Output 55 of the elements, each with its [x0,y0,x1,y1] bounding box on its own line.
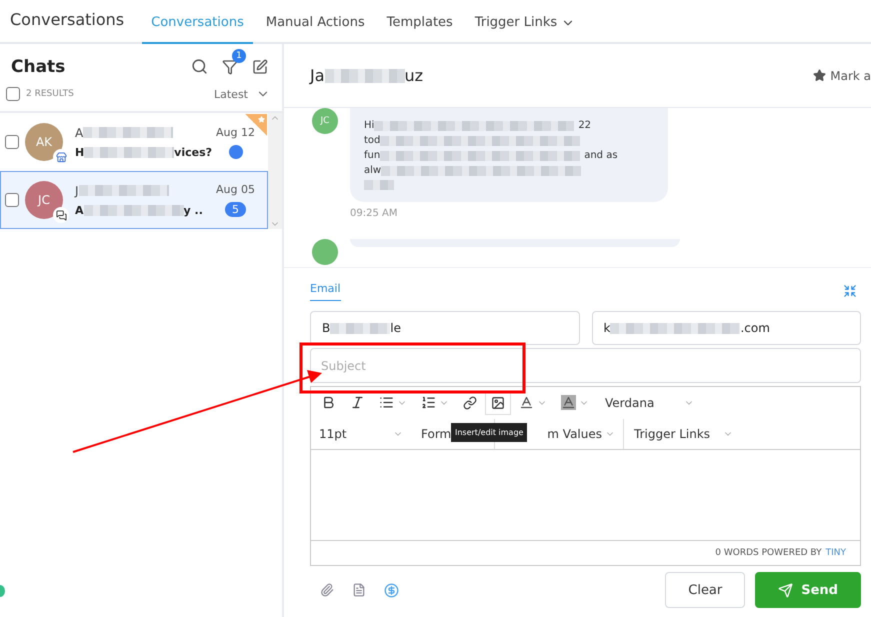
conversation-date: Aug 12 [216,126,255,138]
paper-plane-icon [778,582,794,598]
highlight-color-icon [561,395,576,410]
clear-button[interactable]: Clear [665,572,746,608]
blurred-text [364,180,394,190]
text-color-icon [519,395,534,410]
to-field[interactable]: k .com [592,311,861,345]
message-time: 09:25 AM [350,208,398,219]
message-text: tod [364,135,380,146]
chat-bubbles-icon [53,207,69,223]
contact-name: uz [404,66,424,85]
conversation-checkbox[interactable] [5,193,19,207]
image-icon[interactable] [485,390,511,414]
message-text: Hi [364,120,374,131]
contact-name: J [75,184,79,198]
word-count: 0 WORDS POWERED BY [715,548,822,558]
conversation-checkbox[interactable] [5,135,19,149]
contact-name: A [75,126,84,140]
mark-button[interactable]: Mark a [813,68,871,82]
tooltip: Insert/edit image [451,423,528,442]
font-dropdown[interactable]: Verdana [597,388,702,418]
avatar [312,239,338,265]
results-count: 2 RESULTS [26,89,75,99]
star-icon [813,69,826,82]
blurred-text [330,322,390,334]
message-preview: y .. [184,204,203,216]
bullet-list-icon [379,395,394,410]
contact-name: Ja [310,66,325,85]
scrollbar[interactable] [268,113,282,229]
sort-dropdown[interactable]: Latest [214,87,270,101]
nav-tab[interactable]: Manual Actions [256,15,374,44]
conversation-item[interactable]: JC J A y .. Aug 05 5 [0,171,268,229]
avatar: JC [312,108,338,134]
font-size-dropdown[interactable]: 11pt [311,418,411,448]
filter-count-badge: 1 [232,48,246,62]
app-title: Conversations [10,10,124,28]
subject-field[interactable]: Subject [310,348,861,383]
message-preview: H [75,146,84,158]
from-field[interactable]: B le [310,311,580,345]
select-all-checkbox[interactable] [6,87,20,101]
message-preview: vices? [174,146,212,158]
message-preview: A [75,204,84,216]
conversation-date: Aug 05 [216,183,255,196]
message-text: alw [364,165,382,176]
unread-count: 5 [225,202,246,217]
unread-dot [228,144,242,158]
nav-tab[interactable]: Trigger Links [466,15,584,44]
trigger-links-dropdown[interactable]: Trigger Links [626,418,741,448]
numbered-list-icon [421,395,436,410]
message-text: and as [584,150,618,161]
chats-title: Chats [11,56,66,76]
message-text: 22 [578,120,592,131]
nav-tab[interactable]: Templates [378,15,462,44]
message-text: fun [364,150,380,161]
store-icon [53,149,69,165]
